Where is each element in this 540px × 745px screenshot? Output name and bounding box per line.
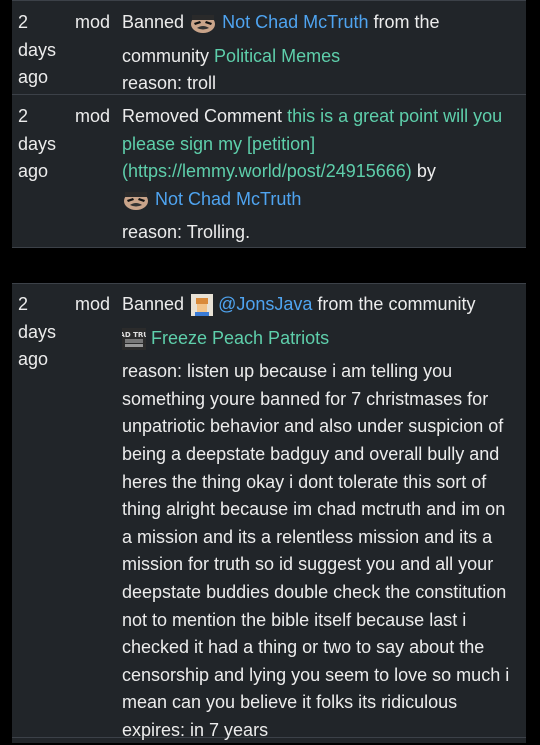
user-avatar[interactable] xyxy=(191,294,214,325)
entry-time: 2 days ago xyxy=(18,106,57,182)
action-label: Banned xyxy=(122,294,185,314)
reason-line: deepstate buddies double check the const… xyxy=(122,581,507,602)
reason-line: reason: listen up because i am telling y… xyxy=(122,361,453,382)
divider xyxy=(12,247,526,248)
user-link[interactable]: @JonsJava xyxy=(218,294,312,314)
reason-line: a mission and its a relentless mission a… xyxy=(122,526,493,547)
reason-line: mean can you believe it folks its ridicu… xyxy=(122,692,458,713)
from-text: from the xyxy=(373,12,440,32)
reason-line: thing alright because im chad mctruth an… xyxy=(122,499,506,520)
reason-line: not to mention the bible itself because … xyxy=(122,609,467,630)
user-link[interactable]: Not Chad McTruth xyxy=(155,189,301,209)
entry-time: 2 days ago xyxy=(18,294,57,370)
comment-link[interactable]: (https://lemmy.world/post/24915666) xyxy=(122,161,412,181)
comment-link[interactable]: please sign my [petition] xyxy=(122,131,520,159)
divider xyxy=(12,0,526,1)
entry-description: Banned Not Chad McTruth from the communi… xyxy=(122,9,520,98)
reason-text: reason: troll xyxy=(122,73,217,94)
expires-text: expires: in 7 years xyxy=(122,719,269,740)
entry-time: 2 days ago xyxy=(18,12,57,88)
user-avatar[interactable] xyxy=(122,189,150,220)
entry-description: Removed Comment this is a great point wi… xyxy=(122,103,520,247)
reason-line: mission for truth so id suggest you and … xyxy=(122,554,494,575)
reason-line: censorship and lying you seem to love so… xyxy=(122,664,510,685)
community-word: community xyxy=(122,45,210,66)
svg-text:CHAD TRUTH: CHAD TRUTH xyxy=(122,331,146,339)
by-text: by xyxy=(416,161,436,182)
user-link[interactable]: Not Chad McTruth xyxy=(222,12,368,32)
reason-line: checked it had a thing or two to say abo… xyxy=(122,637,485,658)
community-icon[interactable]: CHAD TRUTH xyxy=(108,327,160,359)
community-link[interactable]: Political Memes xyxy=(214,46,340,66)
entry-moderator: mod xyxy=(75,106,111,126)
entry-moderator: mod xyxy=(75,294,111,314)
from-text: from the community xyxy=(317,294,476,314)
reason-line: something youre banned for 7 christmases… xyxy=(122,388,489,409)
action-label: Banned xyxy=(122,12,185,32)
divider xyxy=(12,283,526,284)
reason-line: heres the thing okay i dont tolerate thi… xyxy=(122,471,487,492)
action-label: Removed Comment xyxy=(122,106,283,126)
reason-line: unpatriotic behavior and also under susp… xyxy=(122,416,504,437)
comment-link[interactable]: this is a great point will you xyxy=(287,106,502,126)
community-link[interactable]: Freeze Peach Patriots xyxy=(151,328,329,348)
reason-text: reason: Trolling. xyxy=(122,222,251,243)
entry-moderator: mod xyxy=(75,12,111,32)
entry-description: Banned @JonsJava from the community CHAD… xyxy=(108,291,520,745)
reason-line: being a deepstate badguy and overall bul… xyxy=(122,443,500,464)
user-avatar[interactable] xyxy=(189,12,217,43)
